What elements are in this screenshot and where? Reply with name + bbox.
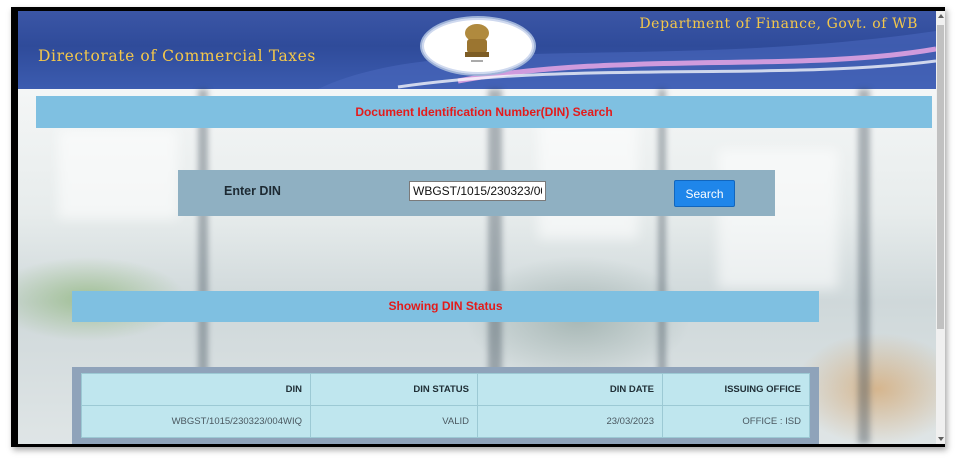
- scrollbar-thumb[interactable]: [937, 25, 944, 329]
- cell-din: WBGST/1015/230323/004WIQ: [81, 405, 311, 438]
- ashoka-emblem-icon: [465, 24, 489, 62]
- directorate-title: Directorate of Commercial Taxes: [38, 47, 316, 65]
- column-header-din: DIN: [81, 373, 311, 406]
- din-search-title-bar: Document Identification Number(DIN) Sear…: [36, 96, 932, 128]
- bg-window: [58, 129, 178, 219]
- table-row: WBGST/1015/230323/004WIQ VALID 23/03/202…: [81, 405, 810, 438]
- department-title: Department of Finance, Govt. of WB: [639, 16, 918, 32]
- din-status-title-bar: Showing DIN Status: [72, 291, 819, 322]
- din-search-form: Enter DIN Search: [178, 170, 775, 216]
- cell-din-status: VALID: [310, 405, 478, 438]
- scroll-down-arrow-icon[interactable]: [937, 437, 944, 441]
- din-status-table: DIN DIN STATUS DIN DATE ISSUING OFFICE W…: [81, 373, 810, 438]
- search-button[interactable]: Search: [674, 180, 735, 207]
- din-status-table-container: DIN DIN STATUS DIN DATE ISSUING OFFICE W…: [72, 367, 819, 444]
- din-input[interactable]: [409, 181, 546, 201]
- table-header-row: DIN DIN STATUS DIN DATE ISSUING OFFICE: [81, 373, 810, 406]
- page-viewport: Directorate of Commercial Taxes Departme…: [18, 11, 936, 444]
- column-header-din-status: DIN STATUS: [310, 373, 478, 406]
- enter-din-label: Enter DIN: [224, 184, 281, 198]
- state-emblem-logo: [420, 16, 536, 76]
- scroll-up-arrow-icon[interactable]: [937, 14, 944, 18]
- bg-pillar: [858, 89, 870, 444]
- column-header-din-date: DIN DATE: [477, 373, 663, 406]
- cell-issuing-office: OFFICE : ISD: [662, 405, 810, 438]
- header-banner: Directorate of Commercial Taxes Departme…: [18, 11, 936, 89]
- vertical-scrollbar[interactable]: [936, 11, 945, 444]
- column-header-issuing-office: ISSUING OFFICE: [662, 373, 810, 406]
- cell-din-date: 23/03/2023: [477, 405, 663, 438]
